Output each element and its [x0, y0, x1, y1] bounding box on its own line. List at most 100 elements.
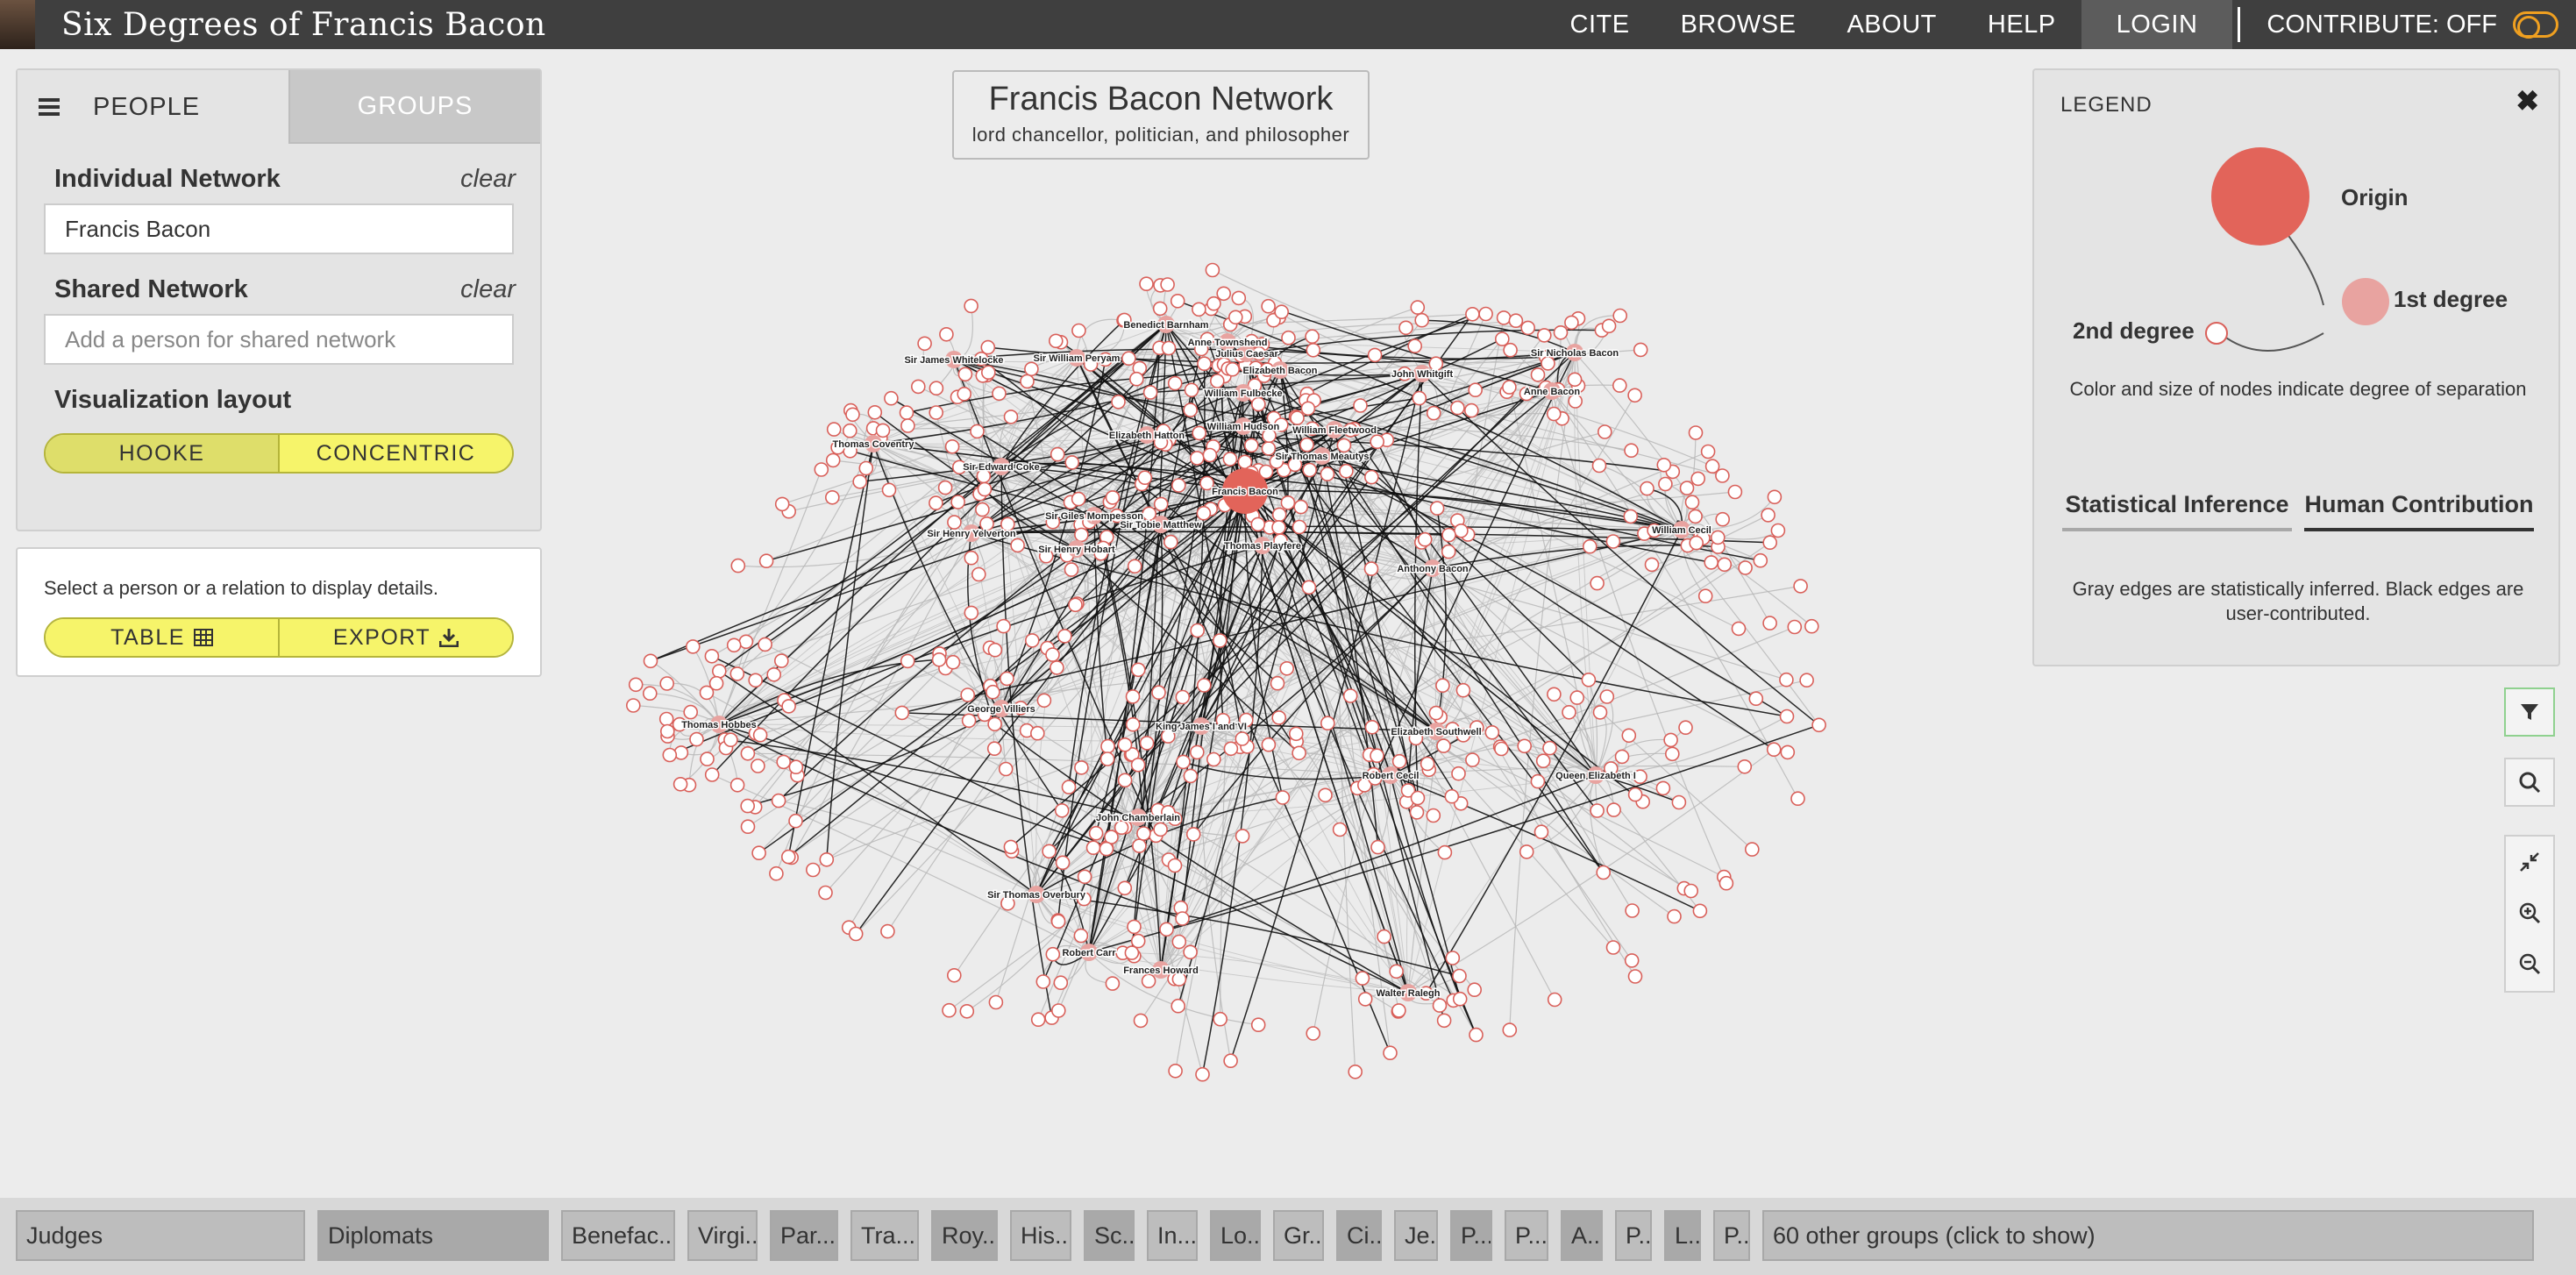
second-degree-node[interactable]: [1625, 903, 1640, 918]
second-degree-node[interactable]: [1468, 382, 1484, 397]
group-chip[interactable]: His...: [1010, 1210, 1071, 1261]
second-degree-node[interactable]: [1117, 737, 1133, 752]
second-degree-node[interactable]: [1441, 544, 1456, 559]
second-degree-node[interactable]: [946, 967, 962, 983]
second-degree-node[interactable]: [1627, 787, 1643, 802]
second-degree-node[interactable]: [1003, 410, 1019, 424]
zoom-in-button[interactable]: [2506, 887, 2553, 938]
second-degree-node[interactable]: [1697, 588, 1713, 604]
second-degree-node[interactable]: [1445, 951, 1461, 965]
second-degree-node[interactable]: [1274, 304, 1290, 319]
second-degree-node[interactable]: [1305, 329, 1320, 344]
second-degree-node[interactable]: [1189, 744, 1205, 760]
second-degree-node[interactable]: [1717, 557, 1733, 573]
second-degree-node[interactable]: [1502, 380, 1517, 395]
second-degree-node[interactable]: [1644, 557, 1660, 573]
collapse-button[interactable]: [2506, 837, 2553, 887]
nav-login[interactable]: LOGIN: [2081, 0, 2233, 49]
second-degree-node[interactable]: [1517, 738, 1532, 754]
second-degree-node[interactable]: [1077, 869, 1092, 885]
second-degree-node[interactable]: [939, 327, 954, 342]
group-chip[interactable]: Par...: [770, 1210, 838, 1261]
group-chip[interactable]: Sc...: [1084, 1210, 1135, 1261]
second-degree-node[interactable]: [867, 405, 883, 420]
second-degree-node[interactable]: [1320, 716, 1335, 731]
second-degree-node[interactable]: [1804, 618, 1819, 634]
second-degree-node[interactable]: [751, 845, 766, 861]
second-degree-node[interactable]: [1621, 728, 1637, 744]
second-degree-node[interactable]: [740, 819, 756, 835]
second-degree-node[interactable]: [1370, 748, 1384, 764]
second-degree-node[interactable]: [1426, 808, 1441, 823]
second-degree-node[interactable]: [1428, 356, 1444, 371]
second-degree-node[interactable]: [1222, 452, 1238, 467]
second-degree-node[interactable]: [1692, 903, 1708, 919]
second-degree-node[interactable]: [1737, 759, 1753, 774]
second-degree-node[interactable]: [1050, 660, 1064, 675]
second-degree-node[interactable]: [1348, 1064, 1363, 1079]
nav-cite[interactable]: CITE: [1545, 0, 1655, 49]
second-degree-node[interactable]: [1117, 880, 1133, 896]
second-degree-node[interactable]: [1762, 535, 1777, 551]
second-degree-node[interactable]: [1216, 286, 1232, 302]
second-degree-node[interactable]: [1190, 623, 1206, 638]
second-degree-node[interactable]: [1793, 579, 1808, 594]
group-chip[interactable]: In...: [1147, 1210, 1198, 1261]
site-title[interactable]: Six Degrees of Francis Bacon: [61, 7, 546, 43]
second-degree-node[interactable]: [1452, 968, 1467, 984]
node-label[interactable]: Elizabeth Bacon: [1242, 365, 1319, 378]
node-label[interactable]: William Hudson: [1206, 421, 1281, 434]
group-chip[interactable]: P...: [1450, 1210, 1492, 1261]
second-degree-node[interactable]: [740, 745, 756, 761]
second-degree-node[interactable]: [1300, 401, 1316, 417]
second-degree-node[interactable]: [1389, 964, 1404, 979]
second-degree-node[interactable]: [1339, 463, 1354, 479]
second-degree-node[interactable]: [1432, 998, 1448, 1013]
second-degree-node[interactable]: [1787, 619, 1803, 635]
second-degree-node[interactable]: [900, 418, 915, 433]
second-degree-node[interactable]: [1658, 476, 1673, 492]
second-degree-node[interactable]: [1279, 660, 1295, 676]
shared-network-input[interactable]: Add a person for shared network: [44, 314, 514, 365]
second-degree-node[interactable]: [1223, 1053, 1238, 1069]
node-label[interactable]: King James I and VI: [1155, 721, 1249, 734]
second-degree-node[interactable]: [771, 793, 786, 808]
second-degree-node[interactable]: [1417, 531, 1433, 547]
second-degree-node[interactable]: [1520, 320, 1535, 336]
node-label[interactable]: Benedict Barnham: [1122, 319, 1210, 332]
second-degree-node[interactable]: [806, 862, 821, 878]
second-degree-node[interactable]: [1590, 803, 1605, 818]
second-degree-node[interactable]: [950, 495, 965, 509]
second-degree-node[interactable]: [1633, 342, 1648, 358]
second-degree-node[interactable]: [977, 481, 993, 497]
second-degree-node[interactable]: [659, 676, 675, 691]
node-label[interactable]: Queen Elizabeth I: [1555, 770, 1638, 783]
second-degree-node[interactable]: [1099, 841, 1114, 857]
second-degree-node[interactable]: [1142, 506, 1157, 522]
group-chip[interactable]: Roy...: [931, 1210, 998, 1261]
second-degree-node[interactable]: [987, 642, 1003, 658]
second-degree-node[interactable]: [1745, 842, 1760, 857]
second-degree-node[interactable]: [1441, 527, 1456, 543]
shared-network-clear[interactable]: clear: [460, 275, 516, 304]
second-degree-node[interactable]: [986, 684, 1000, 700]
second-degree-node[interactable]: [1770, 523, 1786, 538]
node-label[interactable]: Sir William Peryam: [1032, 353, 1121, 366]
second-degree-node[interactable]: [1117, 773, 1133, 788]
second-degree-node[interactable]: [1535, 753, 1551, 769]
second-degree-node[interactable]: [1061, 780, 1077, 794]
second-degree-node[interactable]: [1161, 340, 1177, 356]
second-degree-node[interactable]: [1111, 395, 1126, 410]
second-degree-node[interactable]: [1030, 1012, 1046, 1028]
second-degree-node[interactable]: [1435, 678, 1450, 694]
second-degree-node[interactable]: [819, 851, 835, 867]
second-degree-node[interactable]: [1132, 838, 1147, 853]
second-degree-node[interactable]: [944, 439, 960, 454]
second-degree-node[interactable]: [1336, 438, 1352, 453]
second-degree-node[interactable]: [1596, 865, 1611, 880]
nav-browse[interactable]: BROWSE: [1655, 0, 1822, 49]
second-degree-node[interactable]: [1250, 1017, 1266, 1033]
nav-help[interactable]: HELP: [1962, 0, 2081, 49]
individual-network-input[interactable]: Francis Bacon: [44, 203, 514, 254]
second-degree-node[interactable]: [1270, 675, 1285, 691]
